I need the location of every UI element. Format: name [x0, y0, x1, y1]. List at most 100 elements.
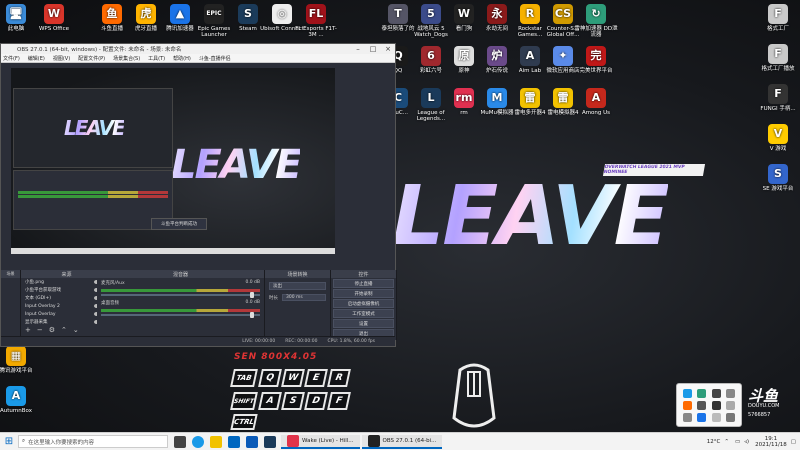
transitions-header: 场景转换	[265, 270, 330, 278]
desktop-icon-top-6[interactable]: FL FL Esports F1T-3M ...	[294, 4, 338, 38]
menu-item-3[interactable]: 配置文件(P)	[78, 55, 105, 62]
mail-icon[interactable]	[246, 435, 258, 448]
desktop-icon-leftbottom-1[interactable]: A AutumnBox	[0, 386, 38, 414]
desktop-icon-row2-6[interactable]: 完完美世界平台	[574, 46, 618, 74]
minimize-icon[interactable]: –	[351, 44, 365, 54]
duration-field[interactable]: 300 ms	[282, 294, 326, 301]
menu-item-7[interactable]: 斗鱼-直播伴侣	[199, 55, 231, 62]
maximize-icon[interactable]: □	[366, 44, 380, 54]
menu-item-2[interactable]: 视图(V)	[53, 55, 70, 62]
remove-source-button[interactable]: −	[37, 326, 43, 334]
channel-level: 0.0 dB	[245, 300, 260, 305]
key-r: R	[327, 369, 351, 387]
source-settings-icon[interactable]: ⚙	[49, 326, 55, 334]
desktop-icon-topright-6[interactable]: ↻ 雷神加速器 DD泄流器	[574, 4, 618, 38]
tray-app-icon[interactable]	[711, 400, 721, 410]
source-name: 小鱼平台获取游戏	[25, 288, 61, 293]
app-icon: ◎	[272, 4, 292, 24]
tray-app-icon[interactable]	[711, 388, 721, 398]
tray-app-icon[interactable]	[682, 388, 692, 398]
source-name: 小鱼.png	[25, 280, 44, 285]
control-button-4[interactable]: 设置	[333, 319, 394, 328]
menu-item-5[interactable]: 工具(T)	[148, 55, 165, 62]
volume-slider[interactable]	[101, 292, 260, 298]
search-box[interactable]: ⌕ 在这里输入你要搜索的内容	[18, 435, 168, 448]
mvp-badge: OVERWATCH LEAGUE 2021 MVP NOMINEE	[602, 164, 706, 176]
tray-app-icon[interactable]	[726, 400, 736, 410]
add-source-button[interactable]: +	[25, 326, 31, 334]
start-icon[interactable]: ⊞	[0, 436, 18, 447]
clock-date: 2021/11/18	[755, 441, 787, 448]
transition-select[interactable]: 淡出	[269, 282, 326, 290]
app-icon: ▦	[6, 346, 26, 366]
notification-icon[interactable]: ▢	[791, 439, 796, 445]
move-up-button[interactable]: ⌃	[61, 326, 67, 334]
tray-app-icon[interactable]	[697, 412, 707, 422]
tray-app-icon[interactable]	[682, 412, 692, 422]
tray-app-icon[interactable]	[697, 388, 707, 398]
file-explorer-icon[interactable]	[210, 435, 222, 448]
desktop-icon-right-4[interactable]: S SE 游戏平台	[756, 164, 800, 192]
control-button-2[interactable]: 启动虚拟摄像机	[333, 299, 394, 308]
app-icon: S	[238, 4, 258, 24]
scenes-header: 场景	[1, 270, 20, 278]
tray-app-icon[interactable]	[711, 412, 721, 422]
obs-titlebar[interactable]: OBS 27.0.1 (64-bit, windows) - 配置文件: 未命名…	[1, 44, 395, 54]
desktop-icon-left-1[interactable]: W WPS Office	[32, 4, 76, 32]
key-s: S	[281, 392, 305, 410]
app-icon: S	[768, 164, 788, 184]
taskbar-app-label: Wake (Live) - Hill...	[302, 437, 354, 444]
desktop-icon-label: Among Us	[581, 110, 611, 116]
control-button-0[interactable]: 停止直播	[333, 279, 394, 288]
task-view-icon[interactable]	[174, 435, 186, 448]
tray-app-icon[interactable]	[697, 400, 707, 410]
search-icon: ⌕	[22, 438, 26, 444]
source-name: Input Overlay	[25, 311, 56, 317]
desktop-icon-leftbottom-0[interactable]: ▦ 腾讯游戏平台	[0, 346, 38, 374]
obs-window[interactable]: OBS 27.0.1 (64-bit, windows) - 配置文件: 未命名…	[0, 43, 397, 347]
app-icon: 完	[586, 46, 606, 66]
notification-toast: 斗鱼平台判断成功	[151, 218, 207, 230]
control-button-1[interactable]: 开始录制	[333, 289, 394, 298]
steam-taskbar-icon[interactable]	[264, 435, 276, 448]
key-d: D	[304, 392, 328, 410]
menu-item-6[interactable]: 帮助(H)	[173, 55, 191, 62]
desktop-icon-right-3[interactable]: V V 游戏	[756, 124, 800, 152]
menu-item-0[interactable]: 文件(F)	[3, 55, 20, 62]
app-icon: 6	[421, 46, 441, 66]
volume-slider[interactable]	[101, 312, 260, 318]
store-icon[interactable]	[228, 435, 240, 448]
move-down-button[interactable]: ⌄	[73, 326, 79, 334]
app-icon: 5	[421, 4, 441, 24]
close-icon[interactable]: ×	[381, 44, 395, 54]
desktop-icon-label: 雷神加速器 DD泄流器	[574, 26, 618, 38]
key-ctrl: CTRL	[230, 414, 258, 430]
taskbar-app-0[interactable]: Wake (Live) - Hill...	[281, 434, 360, 449]
tray-chevron-icon[interactable]: ⌃	[724, 439, 729, 445]
menu-item-1[interactable]: 编辑(E)	[28, 55, 45, 62]
tray-app-icon[interactable]	[682, 400, 692, 410]
control-button-3[interactable]: 工作室模式	[333, 309, 394, 318]
tray-app-icon[interactable]	[726, 412, 736, 422]
obs-title: OBS 27.0.1 (64-bit, windows) - 配置文件: 未命名…	[17, 47, 182, 53]
desktop-icon-right-2[interactable]: F FUNGI 手柄...	[756, 84, 800, 112]
desktop-icon-right-1[interactable]: F 格式工厂播放	[756, 44, 800, 72]
notification-text: 斗鱼平台判断成功	[161, 222, 197, 227]
tray-app-icon[interactable]	[726, 388, 736, 398]
desktop-icon-right-0[interactable]: F 格式工厂	[756, 4, 800, 32]
app-icon: F	[768, 44, 788, 64]
menu-item-4[interactable]: 场景集合(S)	[113, 55, 140, 62]
network-icon[interactable]: ▭	[735, 439, 740, 445]
edge-icon[interactable]	[192, 435, 204, 448]
desktop-icon-label: SE 游戏平台	[762, 186, 794, 192]
desktop-icon-label: 格式工厂	[766, 26, 789, 32]
app-icon: 炉	[487, 46, 507, 66]
key-shift: SHIFT	[230, 392, 258, 410]
volume-icon[interactable]: ◃)	[744, 439, 749, 445]
obs-preview[interactable]: LEAVE LEAVE 斗鱼平台判断成功	[11, 68, 335, 254]
taskbar: ⊞ ⌕ 在这里输入你要搜索的内容 Wake (Live) - Hill... OB…	[0, 432, 800, 450]
taskbar-app-1[interactable]: OBS 27.0.1 (64-bi...	[361, 434, 443, 449]
desktop-icon-row3-6[interactable]: A Among Us	[574, 88, 618, 116]
app-icon: F	[768, 4, 788, 24]
weather-temp: 12°C	[706, 438, 721, 445]
